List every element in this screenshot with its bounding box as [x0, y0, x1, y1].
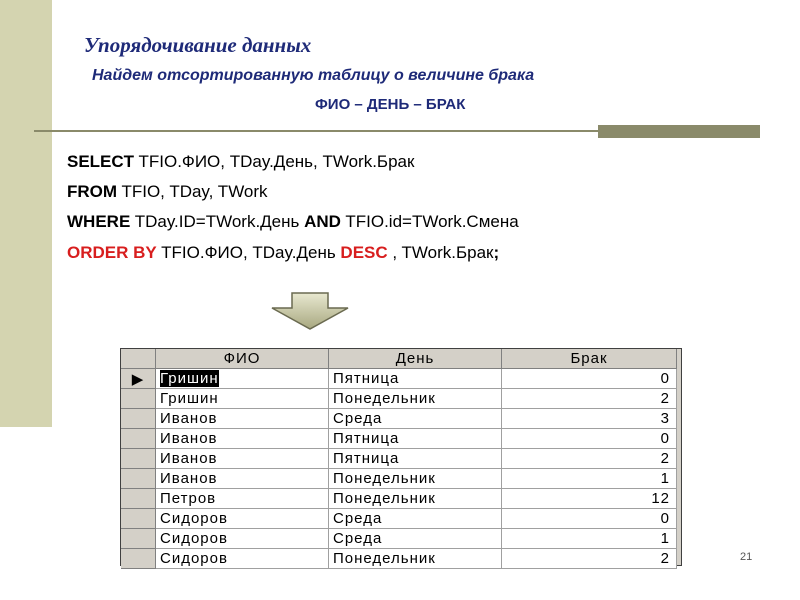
result-table: ФИО День Брак ▶ Гришин Пятница 0 Гришин … [121, 349, 677, 569]
table-row[interactable]: Петров Понедельник 12 [121, 488, 677, 509]
cell-day[interactable]: Понедельник [328, 548, 502, 569]
cell-fio[interactable]: Сидоров [155, 548, 329, 569]
cell-day[interactable]: Понедельник [328, 468, 502, 489]
cell-day[interactable]: Пятница [328, 368, 502, 389]
sql-line-from: FROM TFIO, TDay, TWork [67, 182, 268, 201]
row-selector-header[interactable] [121, 349, 156, 369]
sql-line-order-by: ORDER BY TFIO.ФИО, TDay.День DESC , TWor… [67, 243, 500, 262]
cell-fio[interactable]: Иванов [155, 468, 329, 489]
columns-caption: ФИО – ДЕНЬ – БРАК [315, 96, 466, 113]
cell-defect[interactable]: 1 [501, 528, 677, 549]
cell-defect[interactable]: 0 [501, 368, 677, 389]
cell-day[interactable]: Среда [328, 508, 502, 529]
cell-day[interactable]: Понедельник [328, 388, 502, 409]
cell-fio[interactable]: Иванов [155, 408, 329, 429]
cell-fio-selected-text: Гришин [160, 370, 219, 387]
divider-accent [598, 125, 760, 138]
cell-day[interactable]: Пятница [328, 448, 502, 469]
slide-title: Упорядочивание данных [84, 33, 312, 57]
column-header-day[interactable]: День [328, 349, 502, 369]
slide-subtitle: Найдем отсортированную таблицу о величин… [92, 67, 535, 84]
table-row[interactable]: Сидоров Среда 0 [121, 508, 677, 529]
cell-fio[interactable]: Гришин [155, 388, 329, 409]
cell-day[interactable]: Понедельник [328, 488, 502, 509]
query-result-grid[interactable]: ФИО День Брак ▶ Гришин Пятница 0 Гришин … [120, 348, 682, 569]
cell-defect[interactable]: 3 [501, 408, 677, 429]
row-selector[interactable] [121, 548, 156, 569]
table-row[interactable]: Сидоров Понедельник 2 [121, 548, 677, 569]
cell-defect[interactable]: 2 [501, 388, 677, 409]
row-selector[interactable] [121, 508, 156, 529]
column-header-fio[interactable]: ФИО [155, 349, 329, 369]
row-selector[interactable] [121, 488, 156, 509]
page-number: 21 [740, 551, 753, 563]
header-row: ФИО День Брак [121, 349, 677, 369]
cell-fio[interactable]: Иванов [155, 448, 329, 469]
row-selector-current[interactable]: ▶ [121, 368, 156, 389]
table-row[interactable]: Иванов Пятница 2 [121, 448, 677, 469]
sidebar-decoration [0, 0, 52, 427]
cell-defect[interactable]: 2 [501, 448, 677, 469]
cell-fio[interactable]: Сидоров [155, 528, 329, 549]
cell-defect[interactable]: 0 [501, 508, 677, 529]
cell-fio[interactable]: Гришин [155, 368, 329, 389]
cell-defect[interactable]: 2 [501, 548, 677, 569]
row-selector[interactable] [121, 528, 156, 549]
cell-fio[interactable]: Сидоров [155, 508, 329, 529]
cell-fio[interactable]: Иванов [155, 428, 329, 449]
sql-line-where: WHERE TDay.ID=TWork.День AND TFIO.id=TWo… [67, 212, 519, 231]
cell-defect[interactable]: 12 [501, 488, 677, 509]
table-row[interactable]: Сидоров Среда 1 [121, 528, 677, 549]
cell-day[interactable]: Среда [328, 408, 502, 429]
cell-defect[interactable]: 1 [501, 468, 677, 489]
table-row[interactable]: Иванов Пятница 0 [121, 428, 677, 449]
row-selector[interactable] [121, 408, 156, 429]
row-selector[interactable] [121, 448, 156, 469]
cell-day[interactable]: Среда [328, 528, 502, 549]
table-row[interactable]: Иванов Среда 3 [121, 408, 677, 429]
table-row[interactable]: Гришин Понедельник 2 [121, 388, 677, 409]
row-selector[interactable] [121, 468, 156, 489]
row-selector[interactable] [121, 428, 156, 449]
sql-line-select: SELECT TFIO.ФИО, TDay.День, TWork.Брак [67, 152, 415, 171]
down-arrow-icon [271, 292, 349, 330]
column-header-defect[interactable]: Брак [501, 349, 677, 369]
row-selector[interactable] [121, 388, 156, 409]
table-row[interactable]: ▶ Гришин Пятница 0 [121, 368, 677, 389]
table-row[interactable]: Иванов Понедельник 1 [121, 468, 677, 489]
cell-fio[interactable]: Петров [155, 488, 329, 509]
cell-day[interactable]: Пятница [328, 428, 502, 449]
cell-defect[interactable]: 0 [501, 428, 677, 449]
